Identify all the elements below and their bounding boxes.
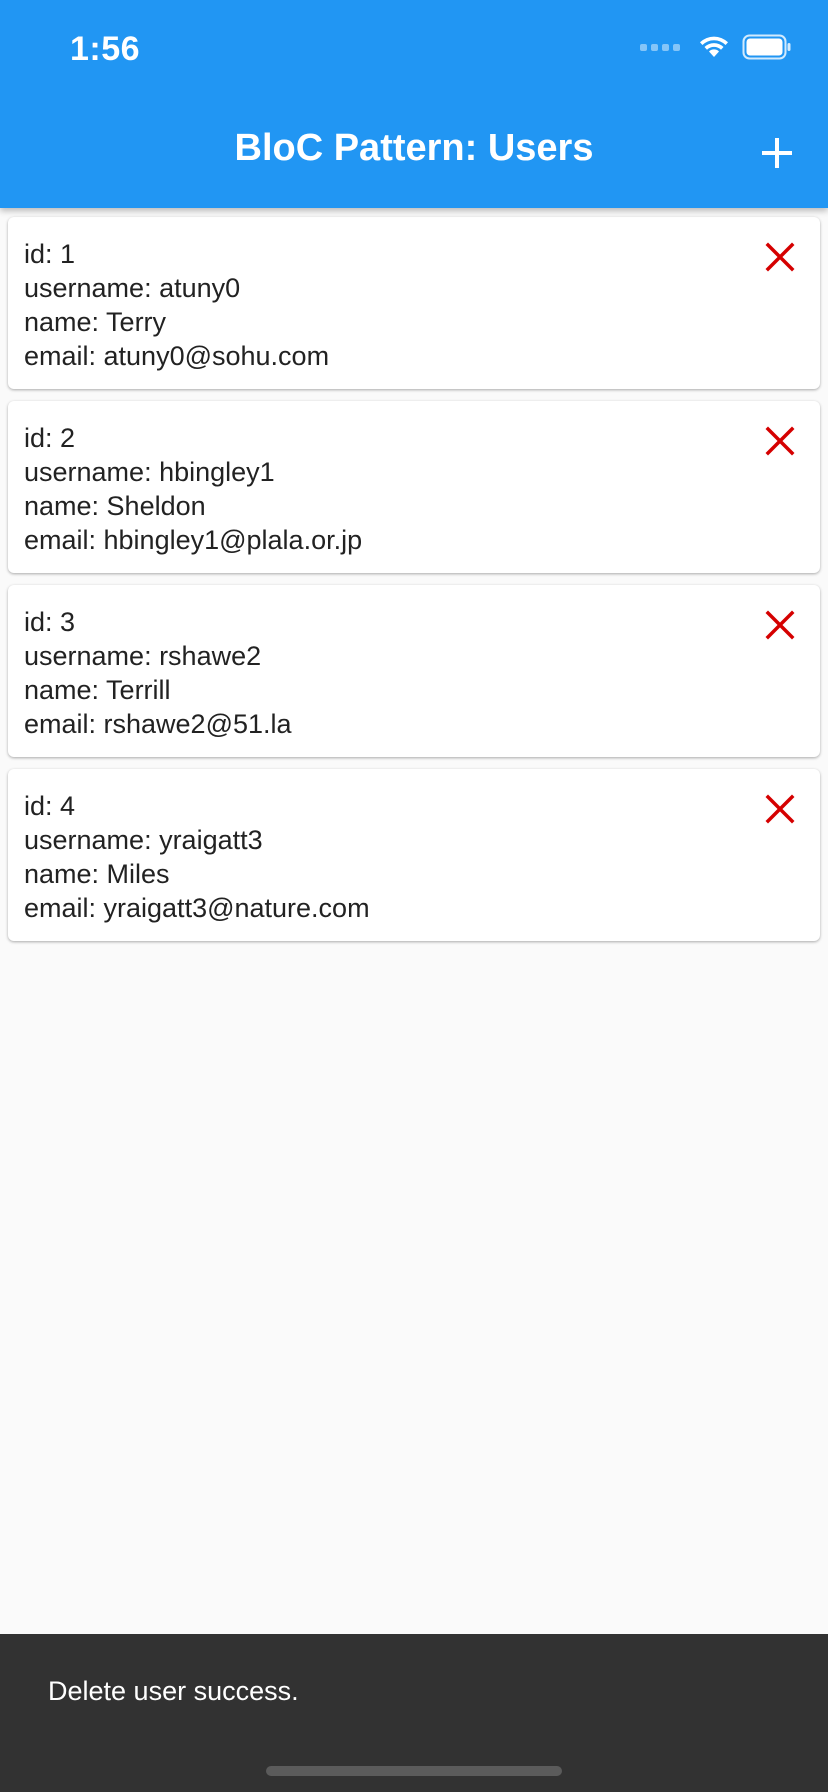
close-icon — [765, 242, 795, 272]
add-user-button[interactable] — [756, 132, 798, 174]
user-username: username: hbingley1 — [24, 457, 275, 487]
page-title: BloC Pattern: Users — [234, 127, 594, 169]
close-icon — [765, 426, 795, 456]
user-id: id: 2 — [24, 423, 76, 453]
user-id: id: 1 — [24, 239, 76, 269]
list-item: id: 3 username: rshawe2 name: Terrill em… — [8, 585, 820, 757]
app-bar: 1:56 BloC Pattern: Users — [0, 0, 828, 208]
status-icons — [640, 34, 792, 60]
user-username: username: atuny0 — [24, 273, 241, 303]
user-details: id: 3 username: rshawe2 name: Terrill em… — [24, 605, 292, 741]
user-email: email: atuny0@sohu.com — [24, 341, 330, 371]
user-details: id: 2 username: hbingley1 name: Sheldon … — [24, 421, 362, 557]
close-icon — [765, 794, 795, 824]
screen: 1:56 BloC Pattern: Users id: 1 username:… — [0, 0, 828, 1792]
battery-icon — [742, 34, 792, 60]
user-email: email: yraigatt3@nature.com — [24, 893, 370, 923]
user-username: username: yraigatt3 — [24, 825, 263, 855]
user-username: username: rshawe2 — [24, 641, 262, 671]
user-name: name: Miles — [24, 859, 170, 889]
status-time: 1:56 — [70, 30, 141, 68]
user-name: name: Sheldon — [24, 491, 206, 521]
list-item: id: 4 username: yraigatt3 name: Miles em… — [8, 769, 820, 941]
snackbar-message: Delete user success. — [48, 1676, 299, 1706]
user-details: id: 1 username: atuny0 name: Terry email… — [24, 237, 329, 373]
list-item: id: 2 username: hbingley1 name: Sheldon … — [8, 401, 820, 573]
user-id: id: 4 — [24, 791, 76, 821]
list-item: id: 1 username: atuny0 name: Terry email… — [8, 217, 820, 389]
close-icon — [765, 610, 795, 640]
user-name: name: Terrill — [24, 675, 171, 705]
user-details: id: 4 username: yraigatt3 name: Miles em… — [24, 789, 370, 925]
user-email: email: rshawe2@51.la — [24, 709, 292, 739]
wifi-icon — [698, 35, 730, 59]
delete-user-button[interactable] — [762, 607, 798, 643]
user-name: name: Terry — [24, 307, 167, 337]
delete-user-button[interactable] — [762, 791, 798, 827]
plus-icon — [762, 138, 792, 168]
user-id: id: 3 — [24, 607, 76, 637]
delete-user-button[interactable] — [762, 239, 798, 275]
delete-user-button[interactable] — [762, 423, 798, 459]
cellular-signal-icon — [640, 43, 680, 51]
home-indicator[interactable] — [266, 1766, 562, 1776]
user-email: email: hbingley1@plala.or.jp — [24, 525, 363, 555]
